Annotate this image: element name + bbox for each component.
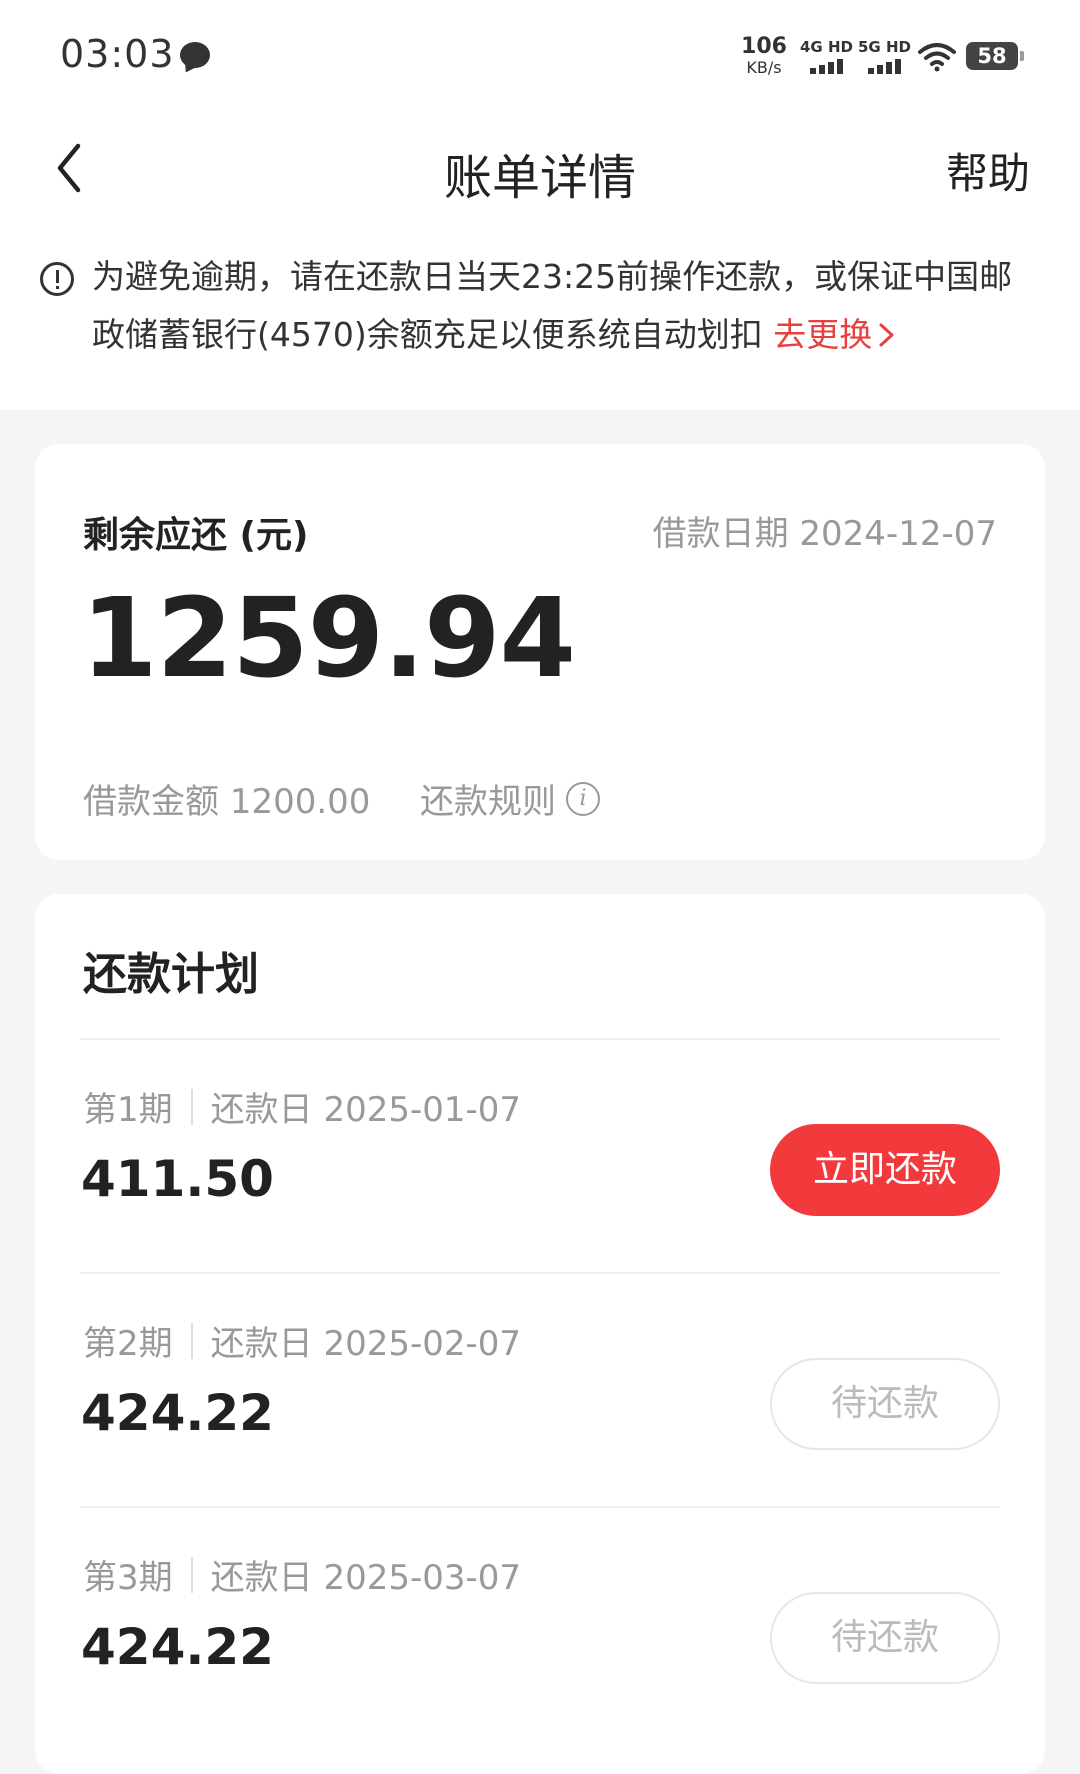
network-speed-unit: KB/s [746, 58, 782, 77]
help-button[interactable]: 帮助 [946, 140, 1030, 201]
loan-amount: 借款金额 1200.00 [83, 782, 371, 822]
chevron-right-icon [879, 323, 894, 347]
due-date: 还款日 2025-01-07 [210, 1090, 522, 1130]
installment-amount: 424.22 [81, 1384, 274, 1442]
period-number: 第3期 [83, 1558, 173, 1598]
period-info: 第1期 还款日 2025-01-07 [83, 1082, 521, 1131]
due-date: 还款日 2025-02-07 [210, 1324, 522, 1364]
signal-5g-icon: 5G HD [858, 38, 911, 78]
period-separator [190, 1088, 193, 1125]
warning-icon [40, 262, 74, 296]
pay-now-button[interactable]: 立即还款 [770, 1124, 1000, 1216]
notice-text: 为避免逾期，请在还款日当天23:25前操作还款，或保证中国邮政储蓄银行(4570… [92, 248, 1040, 364]
repayment-rules-label: 还款规则 [420, 782, 556, 822]
plan-title: 还款计划 [83, 949, 259, 1000]
signal-4g-icon: 4G HD [800, 38, 853, 78]
period-info: 第3期 还款日 2025-03-07 [83, 1550, 521, 1599]
page-title: 账单详情 [443, 150, 636, 206]
installment-amount: 424.22 [81, 1618, 274, 1676]
status-time: 03:03 [60, 32, 175, 76]
change-card-link[interactable]: 去更换 [773, 315, 898, 354]
signal-5g-label: 5G HD [858, 38, 911, 56]
installment-amount: 411.50 [81, 1150, 274, 1208]
remaining-amount: 1259.94 [81, 574, 576, 702]
period-info: 第2期 还款日 2025-02-07 [83, 1316, 521, 1365]
pending-repayment-button[interactable]: 待还款 [770, 1592, 1000, 1684]
network-speed-value: 106 [741, 34, 787, 59]
plan-row: 第1期 还款日 2025-01-07 411.50 立即还款 [35, 1040, 1045, 1273]
period-number: 第1期 [83, 1090, 173, 1130]
loan-date: 借款日期 2024-12-07 [652, 514, 997, 554]
repayment-notice: 为避免逾期，请在还款日当天23:25前操作还款，或保证中国邮政储蓄银行(4570… [40, 257, 1040, 364]
period-separator [190, 1322, 193, 1359]
remaining-label: 剩余应还 (元) [83, 515, 309, 556]
period-separator [190, 1556, 193, 1593]
status-bar: 03:03 106 KB/s 4G HD 5G HD 58 [0, 0, 1080, 110]
battery-icon: 58 [966, 42, 1024, 70]
repayment-rules-link[interactable]: 还款规则 i [420, 774, 600, 823]
wifi-icon [918, 43, 956, 72]
signal-4g-label: 4G HD [800, 38, 853, 56]
plan-row: 第3期 还款日 2025-03-07 424.22 待还款 [35, 1508, 1045, 1741]
period-number: 第2期 [83, 1324, 173, 1364]
message-icon [180, 42, 210, 68]
bill-summary-card: 剩余应还 (元) 借款日期 2024-12-07 1259.94 借款金额 12… [35, 444, 1045, 860]
change-card-label: 去更换 [773, 315, 873, 354]
network-speed: 106 KB/s [738, 36, 790, 76]
due-date: 还款日 2025-03-07 [210, 1558, 522, 1598]
repayment-plan-card: 还款计划 第1期 还款日 2025-01-07 411.50 立即还款 第2期 … [35, 894, 1045, 1774]
pending-repayment-button[interactable]: 待还款 [770, 1358, 1000, 1450]
navigation-bar: 账单详情 帮助 [0, 110, 1080, 230]
info-icon: i [566, 781, 600, 816]
plan-row: 第2期 还款日 2025-02-07 424.22 待还款 [35, 1274, 1045, 1507]
